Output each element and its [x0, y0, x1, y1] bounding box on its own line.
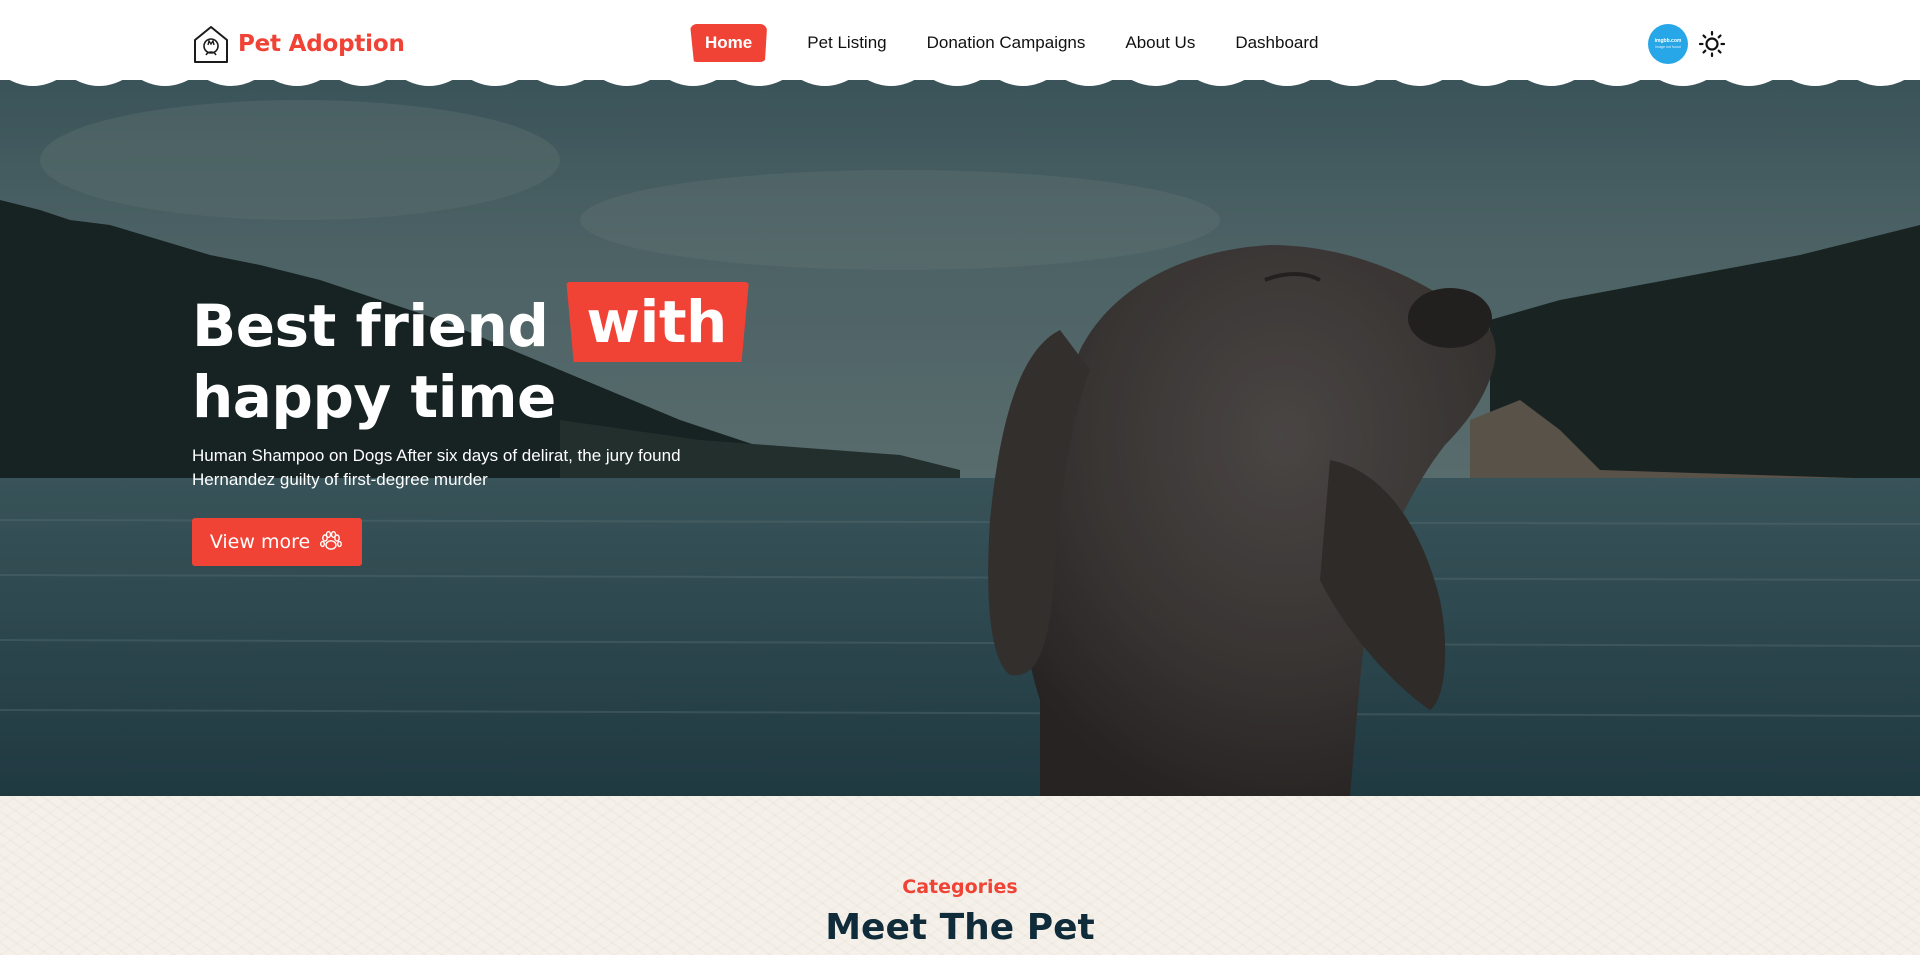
paw-icon	[320, 531, 343, 550]
categories-eyebrow: Categories	[902, 876, 1018, 898]
nav-home[interactable]: Home	[690, 24, 768, 62]
nav-dashboard[interactable]: Dashboard	[1235, 24, 1318, 62]
site-header: Pet Adoption Home Pet Listing Donation C…	[0, 0, 1920, 80]
theme-toggle-button[interactable]	[1698, 30, 1726, 58]
hero-title-part1: Best friend	[192, 292, 549, 360]
nav-pet-listing[interactable]: Pet Listing	[807, 24, 886, 62]
brand-logo[interactable]: Pet Adoption	[192, 24, 405, 64]
sun-icon	[1698, 30, 1726, 58]
hero-description: Human Shampoo on Dogs After six days of …	[192, 446, 681, 489]
nav-about-us[interactable]: About Us	[1125, 24, 1195, 62]
view-more-label: View more	[209, 531, 311, 553]
categories-title: Meet The Pet	[825, 907, 1095, 948]
categories-section: Categories Meet The Pet	[0, 796, 1920, 955]
pet-house-icon	[194, 26, 228, 63]
hero-title: Best friend with happy time	[192, 282, 749, 431]
avatar-text-secondary: Image not found	[1655, 45, 1681, 49]
nav-donation-campaigns[interactable]: Donation Campaigns	[927, 24, 1086, 62]
hero-banner: Best friend with happy time Human Shampoo…	[0, 0, 1920, 796]
user-avatar[interactable]: imgbb.com Image not found	[1648, 24, 1688, 64]
brand-name: Pet Adoption	[238, 31, 405, 57]
view-more-button[interactable]: View more	[192, 518, 362, 566]
hero-title-line2: happy time	[192, 363, 556, 431]
main-nav: Home Pet Listing Donation Campaigns Abou…	[690, 24, 1319, 62]
hero-title-highlight: with	[566, 282, 749, 362]
avatar-text-primary: imgbb.com	[1654, 38, 1682, 44]
